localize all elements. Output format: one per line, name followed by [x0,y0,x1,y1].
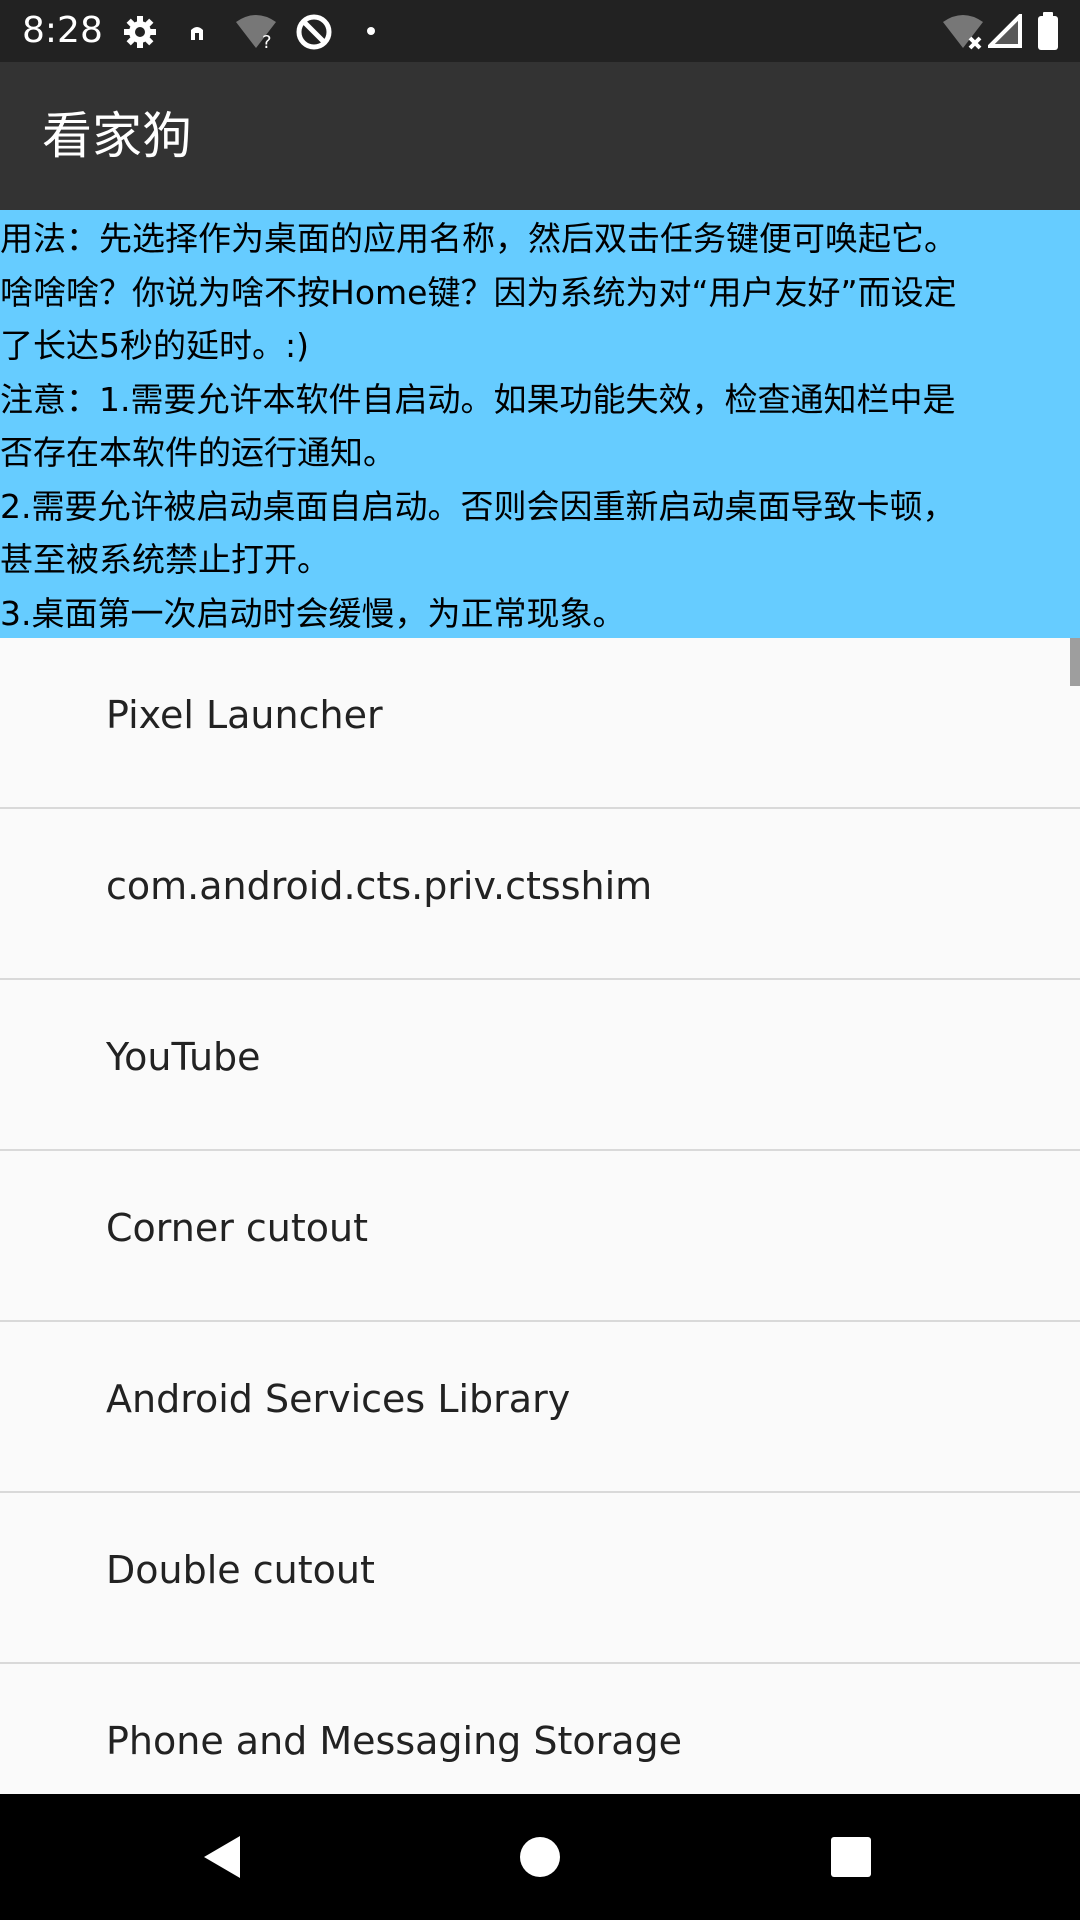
usage-line: 否存在本软件的运行通知。 [0,433,396,472]
usage-line: 啥啥啥？你说为啥不按Home键？因为系统为对“用户友好”而设定 [0,272,957,312]
battery-icon [1038,12,1058,50]
usage-instructions: 用法：先选择作为桌面的应用名称，然后双击任务键便可唤起它。 啥啥啥？你说为啥不按… [0,210,1080,638]
list-item-pixel-launcher[interactable]: Pixel Launcher [0,638,1080,809]
app-title: 看家狗 [42,107,192,165]
dot-icon [367,27,375,35]
list-item-phone-messaging-storage[interactable]: Phone and Messaging Storage [0,1664,1080,1794]
wifi-off-icon [943,15,983,50]
nav-bar [0,1794,1080,1920]
app-list[interactable]: Pixel Launcher com.android.cts.priv.ctss… [0,638,1080,1794]
svg-text:?: ? [262,32,272,50]
list-item-ctsshim[interactable]: com.android.cts.priv.ctsshim [0,809,1080,980]
list-item-label: YouTube [106,1035,261,1079]
status-bar: 8:28 ? [0,0,1080,62]
usage-line: 2.需要允许被启动桌面自启动。否则会因重新启动桌面导致卡顿， [0,486,956,526]
recents-icon[interactable] [818,1824,884,1890]
usage-line: 了长达5秒的延时。:) [0,326,309,365]
usage-line: 3.桌面第一次启动时会缓慢，为正常现象。 [0,593,626,633]
gear-icon [124,16,156,48]
list-item-label: Double cutout [106,1548,375,1592]
list-item-label: com.android.cts.priv.ctsshim [106,864,653,908]
cell-signal-icon [988,14,1022,48]
home-icon[interactable] [507,1824,573,1890]
app-bar: 看家狗 [0,62,1080,210]
no-data-icon [296,14,332,50]
list-item-label: Corner cutout [106,1206,369,1250]
usage-line: 用法：先选择作为桌面的应用名称，然后双击任务键便可唤起它。 [0,219,957,258]
usage-line: 甚至被系统禁止打开。 [0,540,330,579]
list-item-label: Android Services Library [106,1377,571,1421]
list-item-label: Pixel Launcher [106,693,383,737]
status-time: 8:28 [22,10,103,51]
wifi-unknown-icon: ? [236,15,276,50]
list-item-android-services-library[interactable]: Android Services Library [0,1322,1080,1493]
list-item-corner-cutout[interactable]: Corner cutout [0,1151,1080,1322]
list-item-double-cutout[interactable]: Double cutout [0,1493,1080,1664]
usage-line: 注意：1.需要允许本软件自启动。如果功能失效，检查通知栏中是 [0,379,956,419]
list-item-youtube[interactable]: YouTube [0,980,1080,1151]
small-notification-icon [191,27,203,40]
back-icon[interactable] [192,1824,258,1890]
list-item-label: Phone and Messaging Storage [106,1719,683,1763]
